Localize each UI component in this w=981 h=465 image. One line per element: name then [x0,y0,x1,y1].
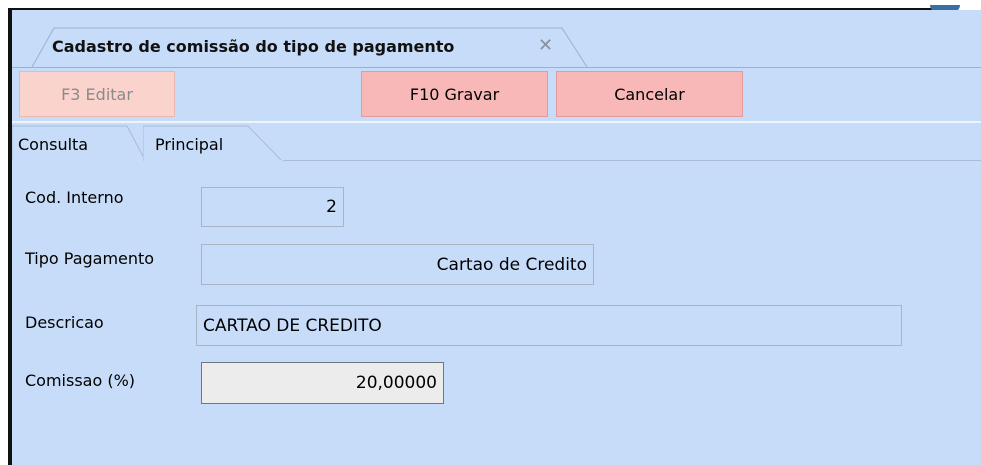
cod-interno-label: Cod. Interno [25,188,124,207]
descricao-label: Descricao [25,313,104,332]
tab-consulta[interactable]: Consulta [12,125,147,161]
edit-button[interactable]: F3 Editar [19,71,175,117]
tab-principal[interactable]: Principal [143,125,283,161]
tipo-pagamento-label: Tipo Pagamento [25,249,155,268]
toolbar-separator [12,121,981,123]
comissao-field[interactable]: 20,00000 [201,362,444,404]
tabs-baseline [283,160,981,161]
comissao-label: Comissao (%) [25,371,136,390]
tab-principal-label: Principal [155,135,224,154]
cod-interno-value: 2 [326,197,337,217]
close-icon[interactable]: ✕ [538,35,553,56]
cancel-button[interactable]: Cancelar [556,71,743,117]
comissao-value: 20,00000 [355,373,437,393]
descricao-field[interactable]: CARTAO DE CREDITO [196,305,902,346]
cod-interno-field[interactable]: 2 [201,187,344,227]
tipo-pagamento-value: Cartao de Credito [436,254,587,275]
document-tab-title: Cadastro de comissão do tipo de pagament… [52,37,455,56]
tipo-pagamento-field[interactable]: Cartao de Credito [201,244,594,285]
descricao-value: CARTAO DE CREDITO [203,315,382,336]
toolbar: F3 Editar F10 Gravar Cancelar [12,68,981,122]
tab-consulta-label: Consulta [18,135,89,154]
save-button[interactable]: F10 Gravar [361,71,548,117]
